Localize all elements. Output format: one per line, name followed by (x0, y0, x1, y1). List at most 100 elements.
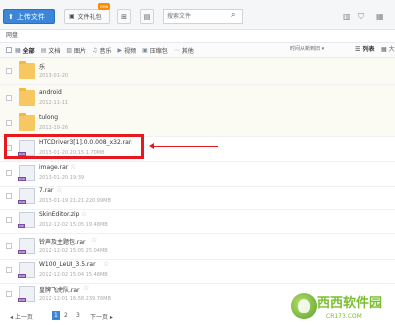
watermark-text: 西西软件园 (317, 296, 383, 311)
chevron-down-icon: ▾ (321, 46, 325, 52)
grid-view-toggle[interactable]: ▦ 大 (381, 44, 395, 53)
filter-music[interactable]: ♫ 音乐 (92, 46, 111, 55)
trash-icon[interactable]: ▥ (343, 12, 351, 21)
rar-file-icon (18, 188, 35, 204)
prev-page-link[interactable]: ◂ 上一页 (10, 312, 33, 321)
filter-archives[interactable]: ▣ 压缩包 (142, 46, 168, 55)
shield-icon[interactable]: ⛉ (358, 12, 364, 22)
page-2-link[interactable]: 2 (64, 312, 68, 319)
file-meta: 2012-12-01 16:58 239.76MB (39, 296, 111, 302)
file-name[interactable]: 铃声及主题包.rar (39, 237, 86, 246)
gift-label: 文件礼包 (77, 14, 102, 21)
star-icon[interactable]: ☆ (103, 260, 109, 268)
file-row[interactable]: 乐 2013-01-20 (0, 58, 395, 85)
archive-icon: ▣ (142, 46, 148, 54)
other-icon: ⋯ (173, 46, 180, 54)
next-page-link[interactable]: 下一页 ▸ (90, 312, 113, 321)
file-gift-button[interactable]: ▣ 文件礼包 (64, 9, 110, 24)
watermark: 西西软件园 CR173.COM (291, 291, 395, 326)
folder-icon (19, 88, 35, 106)
upload-label: 上传文件 (16, 12, 45, 21)
folder-icon (19, 113, 35, 131)
document-icon: ▤ (40, 46, 47, 54)
row-checkbox[interactable] (6, 193, 12, 199)
rar-file-icon (18, 238, 35, 254)
file-name[interactable]: 皇牌飞虎队.rar (39, 285, 80, 294)
sort-label: 时间从新到旧 (290, 46, 321, 52)
upload-button[interactable]: ⬆ 上传文件 (3, 9, 55, 24)
file-meta: 2012-11-11 (39, 100, 69, 106)
filter-images[interactable]: ▧ 图片 (66, 46, 86, 55)
rar-file-icon (18, 286, 35, 302)
row-checkbox[interactable] (6, 68, 12, 74)
top-toolbar: ⬆ 上传文件 ▣ 文件礼包 new ⊞ ▤ ⌕ ▥ ⛉ ▦ (0, 0, 395, 30)
star-icon[interactable]: ☆ (56, 186, 62, 194)
new-badge: new (98, 3, 111, 10)
file-name[interactable]: 乐 (39, 62, 45, 71)
filter-documents[interactable]: ▤ 文档 (41, 46, 61, 55)
filter-all[interactable]: ▦ 全部 (15, 46, 35, 55)
file-meta: 2012-12-02 15:05 25.04MB (39, 248, 108, 254)
file-row[interactable]: tulong 2012-10-26 (0, 110, 395, 137)
breadcrumb[interactable]: 网盘 (0, 30, 395, 43)
file-row[interactable]: 铃声及主题包.rar ☆ 2012-12-02 15:05 25.04MB (0, 233, 395, 260)
row-checkbox[interactable] (6, 291, 12, 297)
new-folder-icon: ⊞ (121, 12, 127, 21)
file-meta: 2012-12-02 15:05 19.48MB (39, 222, 108, 228)
file-meta: 2013-01-20 (39, 73, 69, 79)
file-name[interactable]: W100_LeUI_3.5.rar (39, 261, 96, 268)
sort-dropdown[interactable]: 时间从新到旧 ▾ (290, 45, 324, 52)
grid-icon: ▦ (15, 46, 21, 54)
page-1-link[interactable]: 1 (52, 311, 60, 320)
annotation-arrow (152, 146, 218, 147)
star-icon[interactable]: ☆ (81, 210, 87, 218)
folder-icon (19, 61, 35, 79)
file-row[interactable]: 7.rar ☆ 2013-01-19 21:21 220.99MB (0, 183, 395, 210)
music-icon: ♫ (92, 46, 98, 54)
thumbnail-icon: ▦ (381, 46, 387, 53)
rar-file-icon (18, 165, 35, 181)
highlight-box (4, 134, 144, 159)
row-checkbox[interactable] (6, 120, 12, 126)
file-type-filter-bar: ▦ 全部 ▤ 文档 ▧ 图片 ♫ 音乐 ▶ 视频 ▣ 压缩包 ⋯ 其他 (0, 43, 395, 58)
video-icon: ▶ (117, 46, 123, 54)
file-row[interactable]: android 2012-11-11 (0, 85, 395, 112)
row-checkbox[interactable] (6, 170, 12, 176)
file-name[interactable]: image.rar (39, 164, 68, 171)
file-meta: 2012-12-02 15:04 15.48MB (39, 272, 108, 278)
star-icon[interactable]: ☆ (83, 284, 89, 292)
image-icon: ▧ (66, 46, 73, 54)
file-row[interactable]: SkinEditor.zip ☆ 2012-12-02 15:05 19.48M… (0, 207, 395, 234)
filter-video[interactable]: ▶ 视频 (117, 46, 136, 55)
file-name[interactable]: android (39, 89, 62, 96)
list-view-toggle[interactable]: ☰ 列表 (355, 44, 375, 53)
row-checkbox[interactable] (6, 243, 12, 249)
site-logo-icon (291, 293, 317, 319)
gift-icon: ▣ (69, 13, 75, 20)
settings-icon[interactable]: ▦ (376, 12, 384, 21)
select-all-checkbox[interactable] (6, 47, 12, 53)
search-icon[interactable]: ⌕ (231, 10, 235, 20)
page-3-link[interactable]: 3 (76, 312, 80, 319)
new-folder-button[interactable]: ⊞ (117, 9, 131, 24)
watermark-url: CR173.COM (326, 313, 362, 320)
file-name[interactable]: SkinEditor.zip (39, 211, 80, 218)
upload-icon: ⬆ (8, 12, 14, 21)
row-checkbox[interactable] (6, 267, 12, 273)
list-icon: ☰ (355, 46, 361, 53)
filter-other[interactable]: ⋯ 其他 (174, 46, 194, 55)
file-meta: 2013-01-20 19:39 (39, 175, 85, 181)
row-checkbox[interactable] (6, 217, 12, 223)
file-name[interactable]: tulong (39, 114, 58, 121)
file-row[interactable]: W100_LeUI_3.5.rar ☆ 2012-12-02 15:04 15.… (0, 257, 395, 284)
rar-file-icon (18, 262, 35, 278)
file-meta: 2013-01-19 21:21 220.99MB (39, 198, 111, 204)
star-icon[interactable]: ☆ (70, 163, 76, 171)
row-checkbox[interactable] (6, 95, 12, 101)
zip-file-icon (18, 212, 35, 228)
file-name[interactable]: 7.rar (39, 187, 53, 194)
file-meta: 2012-10-26 (39, 125, 69, 131)
box-icon: ▤ (143, 12, 151, 21)
star-icon[interactable]: ☆ (91, 236, 97, 244)
offline-download-button[interactable]: ▤ (140, 9, 154, 24)
